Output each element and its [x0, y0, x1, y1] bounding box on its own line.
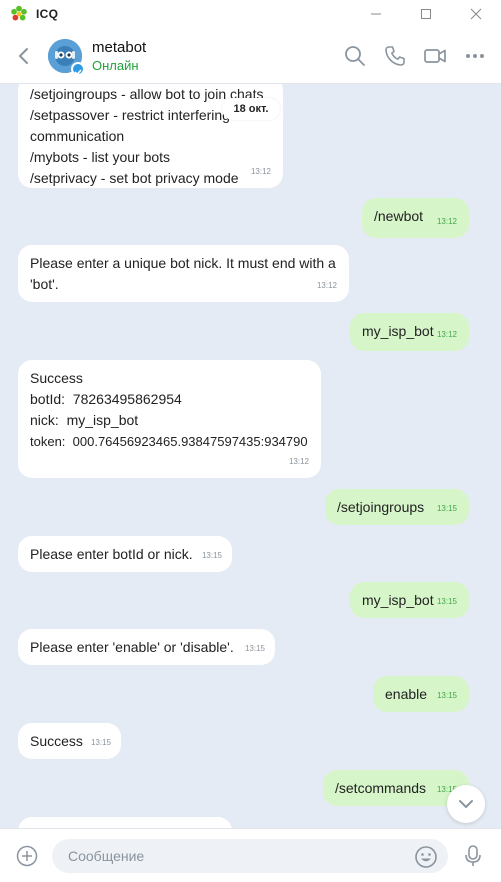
- icq-logo-icon: [11, 5, 27, 21]
- message-text: Please enter a unique bot nick. It must …: [30, 255, 336, 271]
- app-name: ICQ: [36, 7, 59, 21]
- message-time: 13:15: [436, 597, 457, 606]
- message-time: 13:12: [436, 217, 457, 226]
- minimize-button[interactable]: [351, 0, 401, 28]
- message-list[interactable]: /setjoingroups - allow bot to join chats…: [0, 84, 501, 828]
- message-time: 13:15: [244, 644, 265, 653]
- incoming-message[interactable]: Success 13:15: [18, 723, 121, 759]
- message-time: 13:15: [90, 738, 111, 747]
- back-arrow-icon[interactable]: [14, 46, 34, 66]
- outgoing-message[interactable]: my_isp_bot 13:12: [350, 313, 469, 351]
- contact-info[interactable]: metabot Онлайн: [92, 39, 146, 73]
- avatar[interactable]: [48, 38, 85, 76]
- call-button[interactable]: [383, 44, 407, 68]
- close-icon: [470, 8, 482, 20]
- date-separator: 18 окт.: [222, 98, 280, 120]
- search-button[interactable]: [343, 44, 367, 68]
- title-bar: ICQ: [0, 0, 501, 28]
- scroll-to-bottom-button[interactable]: [447, 785, 485, 823]
- contact-status: Онлайн: [92, 57, 139, 73]
- incoming-message[interactable]: Please enter a unique bot nick. It must …: [18, 245, 349, 302]
- close-button[interactable]: [451, 0, 501, 28]
- message-time: 13:12: [288, 457, 309, 466]
- message-text: Success: [30, 370, 83, 386]
- message-text: /mybots - list your bots: [30, 149, 171, 165]
- incoming-message[interactable]: Please enter 'enable' or 'disable'. 13:1…: [18, 629, 275, 665]
- maximize-icon: [421, 9, 431, 19]
- message-text: Please enter botId or nick.: [30, 546, 193, 562]
- outgoing-message[interactable]: enable 13:15: [373, 676, 469, 712]
- chat-header: metabot Онлайн: [0, 28, 501, 84]
- video-camera-icon: [424, 49, 446, 63]
- message-text: token: 000.76456923465.93847597435:93479…: [30, 434, 308, 449]
- message-text: Please enter 'enable' or 'disable'.: [30, 639, 234, 655]
- more-dots-icon: [466, 54, 484, 58]
- outgoing-message[interactable]: my_isp_bot 13:15: [350, 582, 469, 618]
- message-input[interactable]: [52, 839, 448, 873]
- emoji-icon[interactable]: [414, 845, 438, 869]
- message-time: 13:12: [436, 330, 457, 339]
- incoming-message[interactable]: Success botId: 78263495862954 nick: my_i…: [18, 360, 321, 478]
- maximize-button[interactable]: [401, 0, 451, 28]
- outgoing-message[interactable]: /setjoingroups 13:15: [325, 489, 469, 525]
- message-time: 13:12: [316, 281, 337, 290]
- message-text: 'bot'.: [30, 276, 59, 292]
- compose-bar: [0, 828, 501, 882]
- message-time: 13:15: [436, 504, 457, 513]
- incoming-message-partial[interactable]: [18, 817, 232, 828]
- message-time: 13:15: [201, 551, 222, 560]
- message-text: botId: 78263495862954: [30, 391, 182, 407]
- video-call-button[interactable]: [423, 44, 447, 68]
- search-icon: [345, 46, 365, 66]
- message-text: /setprivacy - set bot privacy mode: [30, 170, 239, 186]
- message-time: 13:15: [436, 691, 457, 700]
- phone-icon: [385, 46, 405, 66]
- chevron-down-icon: [459, 800, 473, 808]
- verified-badge-icon: [71, 61, 85, 76]
- attach-plus-icon[interactable]: [16, 845, 38, 867]
- minimize-icon: [371, 13, 381, 15]
- message-time: 13:12: [250, 167, 271, 176]
- message-text: nick: my_isp_bot: [30, 412, 139, 428]
- message-text: communication: [30, 128, 125, 144]
- outgoing-message[interactable]: /newbot 13:12: [362, 198, 469, 238]
- incoming-message[interactable]: Please enter botId or nick. 13:15: [18, 536, 232, 572]
- contact-name: metabot: [92, 38, 147, 56]
- more-options-button[interactable]: [463, 44, 487, 68]
- microphone-icon[interactable]: [463, 844, 483, 868]
